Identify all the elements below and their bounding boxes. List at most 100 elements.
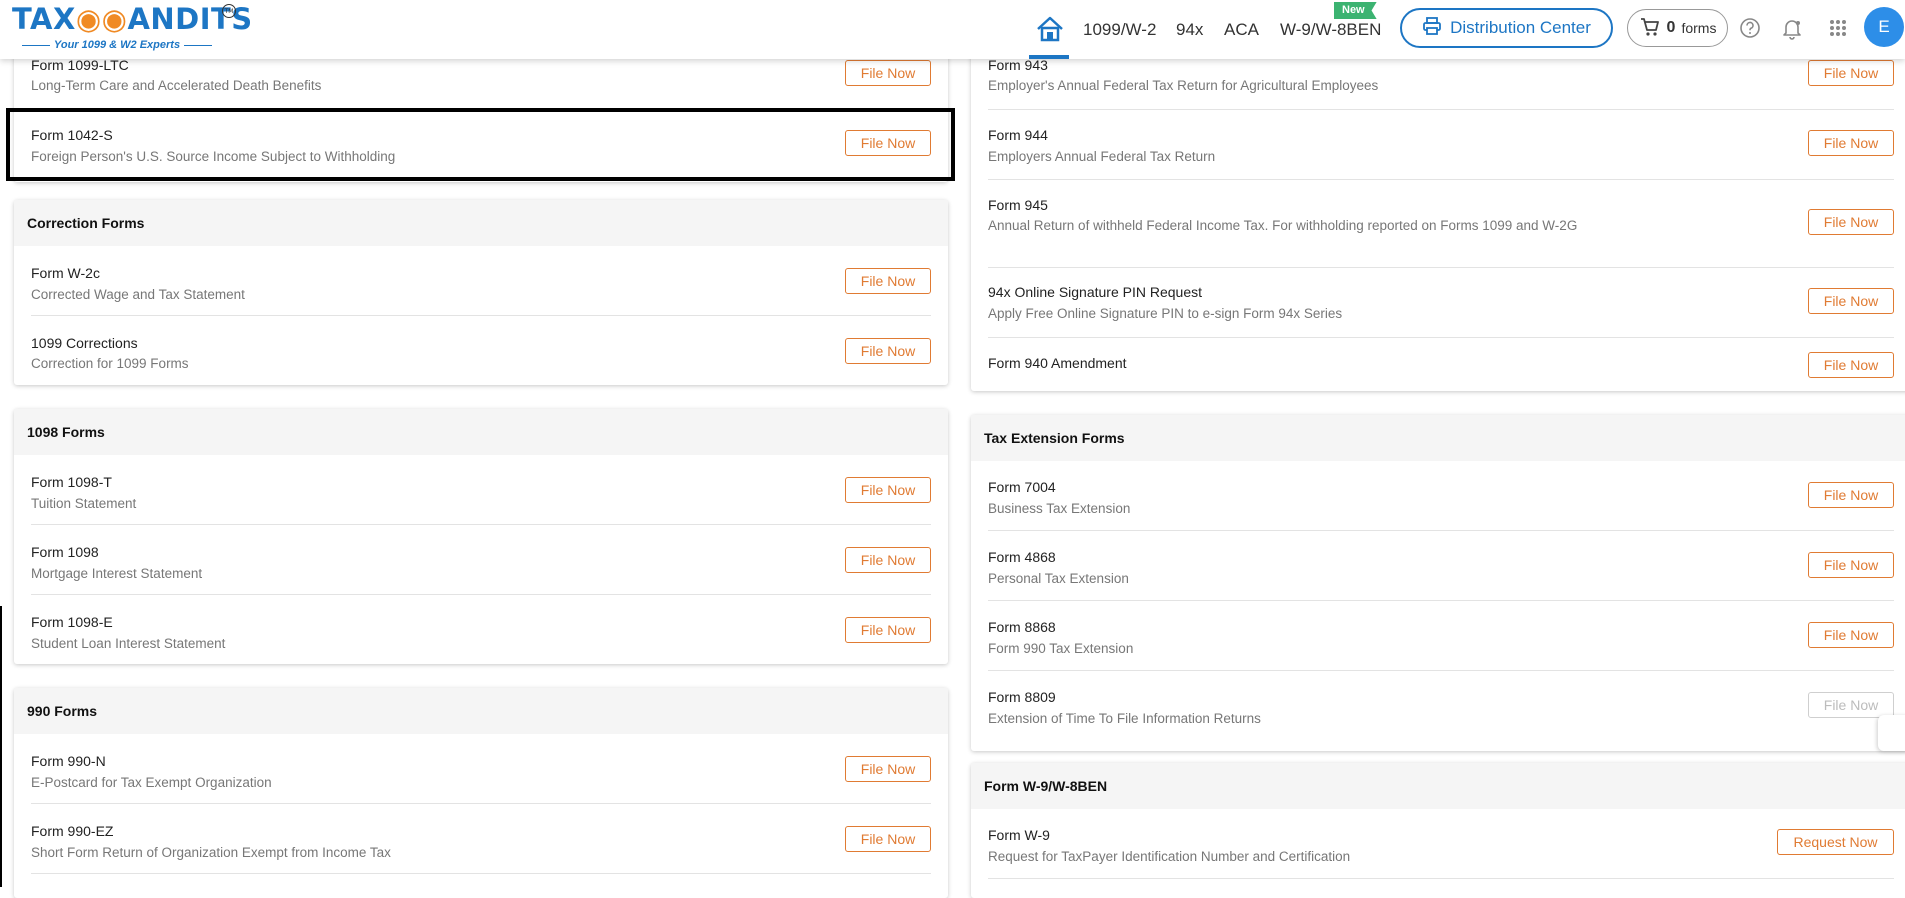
section-title: Form W-9/W-8BEN [971, 763, 1905, 809]
list-item: Form 1042-S Foreign Person's U.S. Source… [31, 110, 931, 182]
form-description: Business Tax Extension [988, 501, 1131, 516]
list-item: Form 990-EZ Short Form Return of Organiz… [31, 804, 931, 874]
form-description: Short Form Return of Organization Exempt… [31, 845, 391, 860]
file-now-button[interactable]: File Now [1808, 482, 1894, 508]
logo-tagline: Your 1099 & W2 Experts [12, 39, 222, 51]
form-description: Request for TaxPayer Identification Numb… [988, 849, 1351, 864]
form-title: Form 8809 [988, 689, 1056, 705]
form-description: Extension of Time To File Information Re… [988, 711, 1261, 726]
file-now-button[interactable]: File Now [845, 617, 931, 643]
file-now-button[interactable]: File Now [845, 268, 931, 294]
form-title: Form 943 [988, 57, 1048, 73]
form-title: 94x Online Signature PIN Request [988, 284, 1203, 300]
list-item: Form 1098 Mortgage Interest Statement Fi… [31, 525, 931, 595]
form-description: Mortgage Interest Statement [31, 566, 203, 581]
card-tax-extension-forms: Tax Extension Forms Form 7004 Business T… [971, 415, 1905, 751]
request-now-button[interactable]: Request Now [1777, 829, 1894, 855]
form-title: Form 7004 [988, 479, 1056, 495]
form-title: Form 990-EZ [31, 823, 114, 839]
logo-tagline-text: Your 1099 & W2 Experts [53, 39, 181, 51]
form-title: Form 1099-LTC [31, 57, 129, 73]
cart-label: forms [1681, 20, 1717, 36]
nav-1099-w2[interactable]: 1099/W-2 [1083, 20, 1156, 40]
form-description: Long-Term Care and Accelerated Death Ben… [31, 78, 322, 93]
card-w9-w8ben-forms: Form W-9/W-8BEN Form W-9 Request for Tax… [971, 763, 1905, 898]
logo-wordmark: TAX◉◉ANDITS [12, 2, 253, 36]
list-item: Form 944 Employers Annual Federal Tax Re… [988, 110, 1894, 180]
form-title: Form 940 Amendment [988, 355, 1127, 371]
new-badge: New [1334, 2, 1377, 19]
form-title: Form 1098-E [31, 614, 113, 630]
section-title: Correction Forms [14, 200, 948, 246]
form-description: Personal Tax Extension [988, 571, 1129, 586]
form-description: Tuition Statement [31, 496, 137, 511]
top-header: TAX◉◉ANDITS TM Your 1099 & W2 Experts 10… [0, 0, 1905, 59]
file-now-button[interactable]: File Now [845, 338, 931, 364]
bell-icon[interactable] [1779, 15, 1805, 41]
nav-94x[interactable]: 94x [1176, 20, 1203, 40]
nav-w9-w8ben[interactable]: W-9/W-8BEN [1280, 20, 1381, 40]
help-icon[interactable] [1737, 15, 1763, 41]
section-title: 990 Forms [14, 688, 948, 734]
file-now-button[interactable]: File Now [845, 756, 931, 782]
list-item: 1099 Corrections Correction for 1099 For… [31, 316, 931, 385]
apps-grid-icon[interactable] [1825, 15, 1851, 41]
file-now-button[interactable]: File Now [845, 547, 931, 573]
home-icon[interactable] [1033, 12, 1067, 46]
file-now-button[interactable]: File Now [845, 60, 931, 86]
form-title: Form 1098 [31, 544, 99, 560]
list-item: Form 7004 Business Tax Extension File No… [988, 461, 1894, 531]
card-1099-forms-continued: Form 1099-LTC Long-Term Care and Acceler… [14, 40, 948, 182]
logo-owl-icon: ◉◉ [75, 2, 128, 36]
file-now-button[interactable]: File Now [845, 477, 931, 503]
file-now-button[interactable]: File Now [1808, 60, 1894, 86]
form-title: Form W-2c [31, 265, 100, 281]
form-title: Form 1042-S [31, 127, 113, 143]
list-item: Form 1098-T Tuition Statement File Now [31, 455, 931, 525]
file-now-button[interactable]: File Now [1808, 288, 1894, 314]
form-title: Form W-9 [988, 827, 1050, 843]
file-now-button[interactable]: File Now [1808, 622, 1894, 648]
form-description: E-Postcard for Tax Exempt Organization [31, 775, 272, 790]
distribution-center-button[interactable]: Distribution Center [1400, 8, 1613, 48]
form-title: 1099 Corrections [31, 335, 138, 351]
list-item: Form 945 Annual Return of withheld Feder… [988, 180, 1894, 268]
file-now-button[interactable]: File Now [845, 826, 931, 852]
form-description: Form 990 Tax Extension [988, 641, 1134, 656]
home-active-indicator [1029, 55, 1069, 59]
list-item: 94x Online Signature PIN Request Apply F… [988, 268, 1894, 338]
trademark-mark: TM [222, 4, 236, 18]
file-now-button-disabled: File Now [1808, 692, 1894, 718]
file-now-button[interactable]: File Now [1808, 552, 1894, 578]
card-990-forms: 990 Forms Form 990-N E-Postcard for Tax … [14, 688, 948, 898]
cart-icon [1639, 16, 1661, 41]
printer-icon [1422, 16, 1442, 41]
file-now-button[interactable]: File Now [845, 130, 931, 156]
card-correction-forms: Correction Forms Form W-2c Corrected Wag… [14, 200, 948, 385]
form-description: Apply Free Online Signature PIN to e-sig… [988, 306, 1343, 321]
form-description: Student Loan Interest Statement [31, 636, 226, 651]
file-now-button[interactable]: File Now [1808, 130, 1894, 156]
form-description: Employers Annual Federal Tax Return [988, 149, 1216, 164]
section-title: Tax Extension Forms [971, 415, 1905, 461]
nav-aca[interactable]: ACA [1224, 20, 1259, 40]
cart-count: 0 [1666, 19, 1676, 36]
user-avatar[interactable]: E [1864, 7, 1904, 47]
form-description: Foreign Person's U.S. Source Income Subj… [31, 149, 396, 164]
list-item: Form 8809 Extension of Time To File Info… [988, 671, 1894, 751]
form-title: Form 944 [988, 127, 1048, 143]
distribution-center-label: Distribution Center [1450, 18, 1591, 37]
list-item: Form W-2c Corrected Wage and Tax Stateme… [31, 246, 931, 316]
form-description: Annual Return of withheld Federal Income… [988, 218, 1578, 233]
file-now-button[interactable]: File Now [1808, 352, 1894, 378]
file-now-button[interactable]: File Now [1808, 209, 1894, 235]
card-94x-forms-continued: Form 943 Employer's Annual Federal Tax R… [971, 40, 1905, 391]
taxbandits-logo[interactable]: TAX◉◉ANDITS TM Your 1099 & W2 Experts [12, 2, 252, 54]
form-description: Employer's Annual Federal Tax Return for… [988, 78, 1379, 93]
list-item: Form 990-N E-Postcard for Tax Exempt Org… [31, 734, 931, 804]
side-feedback-tab[interactable] [1878, 715, 1905, 751]
form-description: Correction for 1099 Forms [31, 356, 189, 371]
form-title: Form 945 [988, 197, 1048, 213]
list-item: Form 8868 Form 990 Tax Extension File No… [988, 601, 1894, 671]
cart-button[interactable]: 0 forms [1627, 9, 1728, 47]
